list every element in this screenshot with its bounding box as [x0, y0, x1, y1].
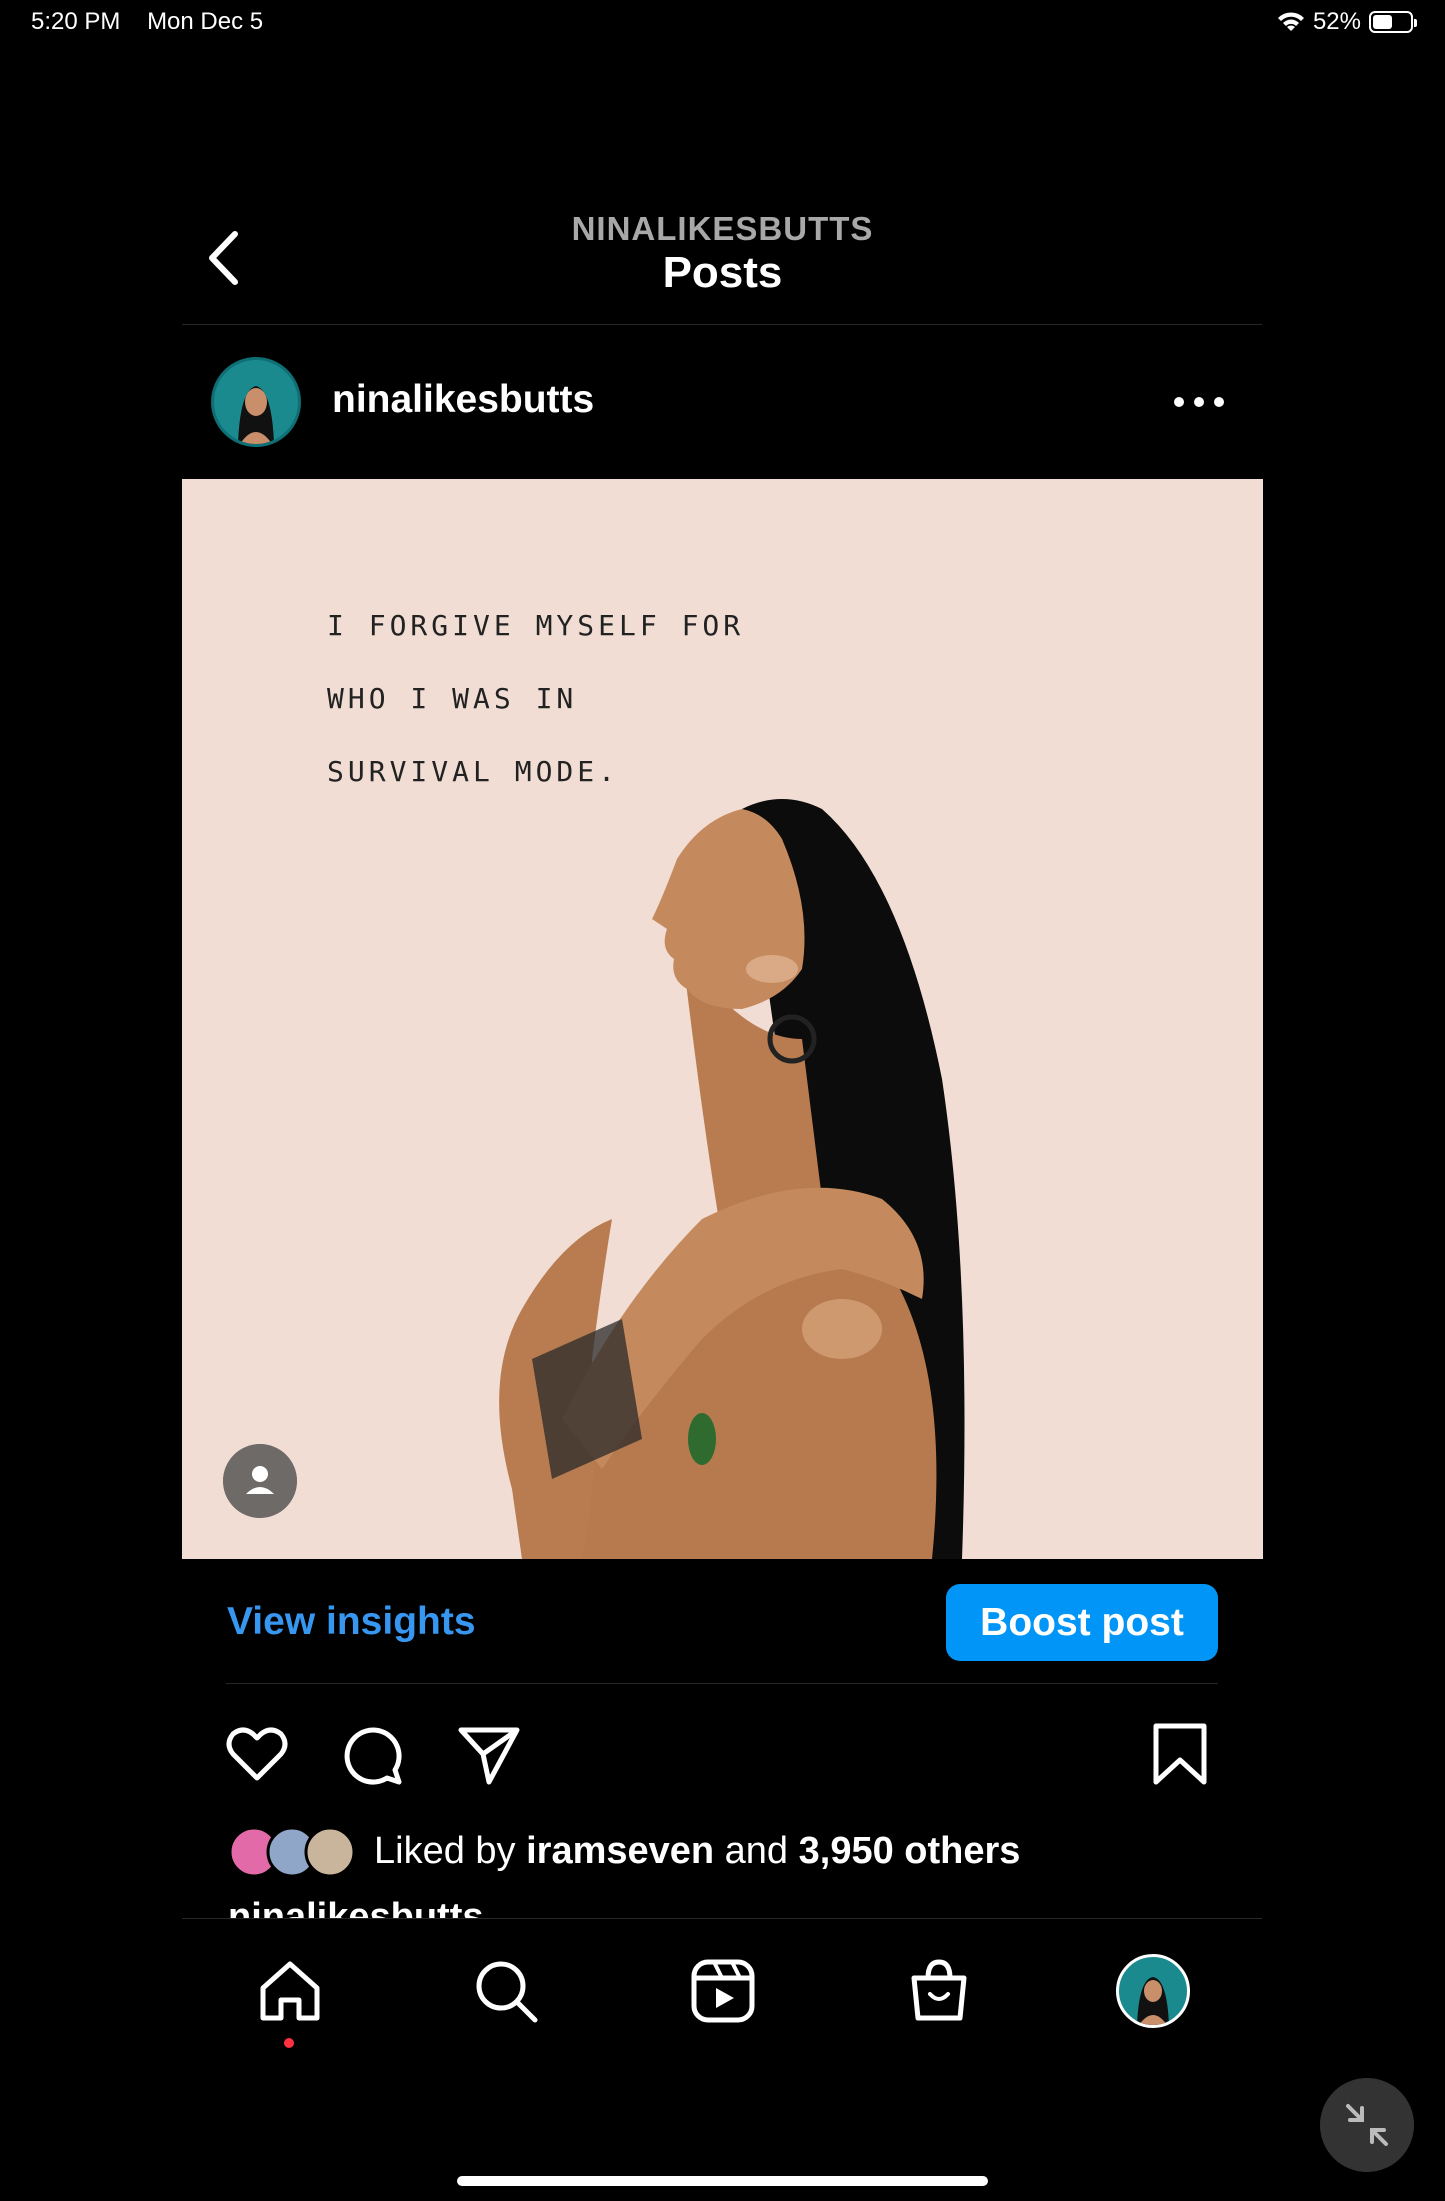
- boost-post-button[interactable]: Boost post: [946, 1584, 1218, 1661]
- view-insights-link[interactable]: View insights: [227, 1600, 476, 1644]
- home-icon[interactable]: [255, 1956, 325, 2026]
- battery-percent: 52%: [1312, 8, 1361, 35]
- person-tag-icon[interactable]: [223, 1444, 297, 1518]
- post-image[interactable]: I FORGIVE MYSELF FOR WHO I WAS IN SURVIV…: [182, 479, 1263, 1559]
- likes-count[interactable]: 3,950 others: [799, 1830, 1021, 1872]
- battery-fill: [1373, 15, 1392, 29]
- wifi-icon: [1277, 12, 1304, 31]
- caption-username[interactable]: ninalikesbutts: [228, 1896, 484, 1918]
- bookmark-icon[interactable]: [1146, 1720, 1214, 1788]
- liked-by-avatars[interactable]: [228, 1826, 358, 1878]
- reels-icon[interactable]: [688, 1956, 758, 2026]
- avatar-illustration: [1137, 1977, 1169, 2025]
- likes-user[interactable]: iramseven: [526, 1830, 714, 1872]
- heart-icon[interactable]: [223, 1720, 291, 1788]
- likes-text[interactable]: Liked by iramseven and 3,950 others: [374, 1830, 1020, 1873]
- status-bar-right: 52%: [1277, 8, 1417, 36]
- collapse-icon[interactable]: [1320, 2078, 1414, 2172]
- notification-dot: [284, 2038, 294, 2048]
- nav-divider: [182, 1918, 1262, 1919]
- likes-prefix: Liked by: [374, 1830, 527, 1872]
- status-bar-left: 5:20 PM Mon Dec 5: [31, 8, 283, 36]
- post-avatar[interactable]: [211, 357, 301, 447]
- woman-illustration: [499, 799, 965, 1559]
- profile-tab-avatar[interactable]: [1116, 1954, 1190, 2028]
- likes-mid: and: [714, 1830, 799, 1872]
- avatar-illustration: [238, 386, 274, 444]
- header-username: NINALIKESBUTTS: [571, 210, 874, 247]
- share-icon[interactable]: [455, 1720, 523, 1788]
- more-icon[interactable]: [1170, 384, 1228, 420]
- page-title: Posts: [662, 248, 783, 297]
- status-time: 5:20 PM: [31, 8, 121, 35]
- status-date: Mon Dec 5: [147, 8, 264, 35]
- header-divider: [182, 324, 1262, 325]
- battery-icon: [1369, 11, 1417, 33]
- insights-divider: [226, 1683, 1218, 1684]
- search-icon[interactable]: [471, 1956, 541, 2026]
- post-username[interactable]: ninalikesbutts: [332, 378, 594, 422]
- comment-icon[interactable]: [339, 1720, 407, 1788]
- home-indicator[interactable]: [457, 2176, 988, 2186]
- shop-icon[interactable]: [904, 1956, 974, 2026]
